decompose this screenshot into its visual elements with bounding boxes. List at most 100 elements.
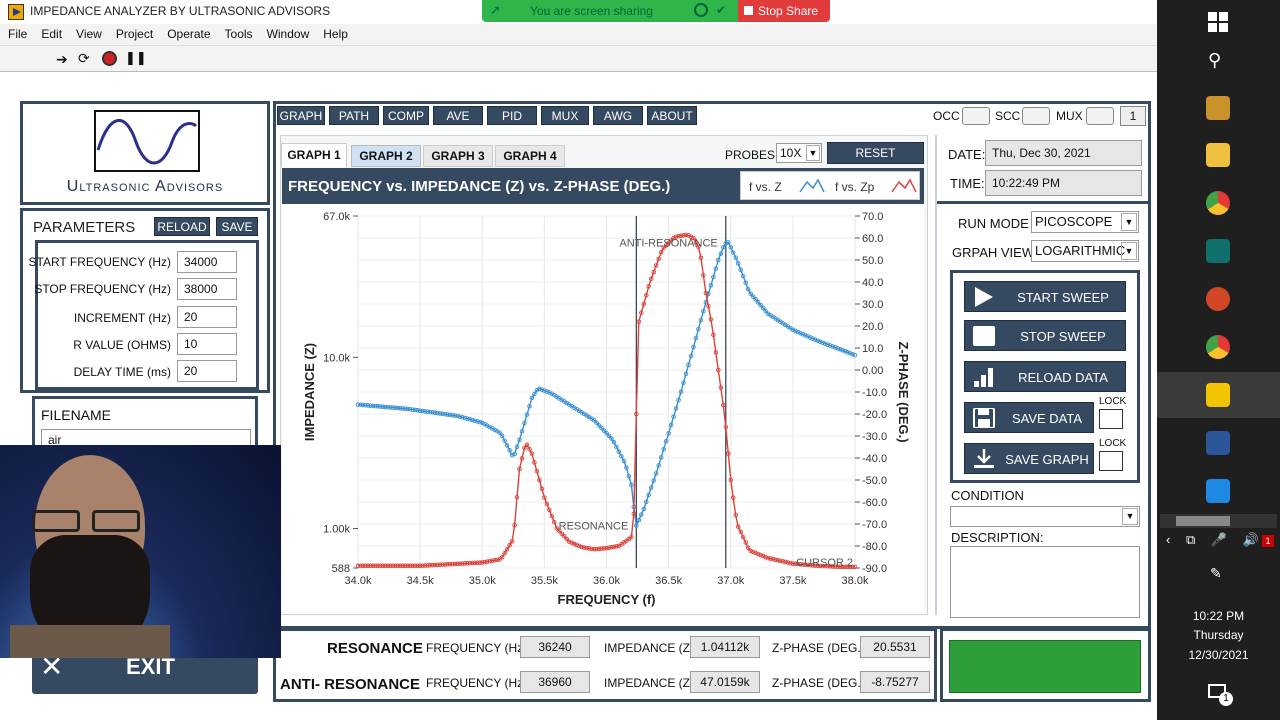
y2-tick-label: 30.0 bbox=[862, 299, 883, 311]
abort-icon[interactable] bbox=[102, 51, 117, 66]
folder-icon[interactable] bbox=[1206, 143, 1230, 167]
reload-data-button[interactable]: RELOAD DATA bbox=[964, 361, 1126, 392]
legend-zp-swatch bbox=[891, 178, 917, 193]
y2-tick-label: -90.0 bbox=[862, 563, 887, 575]
anti-phase-label: Z-PHASE (DEG.) bbox=[772, 676, 865, 690]
labview-icon[interactable] bbox=[1206, 383, 1230, 407]
search-icon[interactable]: ⚲ bbox=[1208, 50, 1221, 71]
save-data-lock-checkbox[interactable] bbox=[1099, 409, 1123, 429]
chrome-icon[interactable] bbox=[1206, 191, 1230, 215]
windows-start-icon[interactable] bbox=[1208, 12, 1228, 32]
save-graph-lock-checkbox[interactable] bbox=[1099, 451, 1123, 471]
y2-tick-label: 50.0 bbox=[862, 255, 883, 267]
probes-value: 10X bbox=[780, 146, 802, 160]
run-arrow-icon[interactable]: ➔ bbox=[56, 51, 68, 68]
graph-tab-2[interactable]: GRAPH 2 bbox=[351, 145, 421, 167]
tab-graph[interactable]: GRAPH bbox=[277, 106, 325, 125]
start-sweep-button[interactable]: START SWEEP bbox=[964, 281, 1126, 312]
tab-mux[interactable]: MUX bbox=[541, 106, 589, 125]
scope-app-icon[interactable] bbox=[1206, 239, 1230, 263]
save-data-button[interactable]: SAVE DATA bbox=[964, 402, 1094, 433]
reset-cursor-button[interactable]: RESET CURSOR bbox=[827, 142, 924, 180]
tab-path[interactable]: PATH bbox=[329, 106, 379, 125]
tray-icons[interactable]: ‹ ⧉ 🎤 🔊 bbox=[1166, 532, 1265, 548]
time-label: TIME: bbox=[950, 176, 985, 191]
screen-share-banner: ➚ You are screen sharing ✔ Stop Share bbox=[482, 0, 830, 22]
stop-sweep-button[interactable]: STOP SWEEP bbox=[964, 320, 1126, 351]
reload-data-label: RELOAD DATA bbox=[1018, 370, 1108, 385]
menu-project[interactable]: Project bbox=[108, 24, 159, 41]
parameters-box: START FREQUENCY (Hz) 34000 STOP FREQUENC… bbox=[29, 240, 259, 390]
condition-select[interactable]: ▼ bbox=[950, 506, 1140, 527]
params-save-button[interactable]: SAVE bbox=[216, 217, 258, 236]
graph-tab-4[interactable]: GRAPH 4 bbox=[495, 145, 565, 167]
graph-tab-3[interactable]: GRAPH 3 bbox=[423, 145, 493, 167]
stop-frequency-input[interactable]: 38000 bbox=[177, 278, 237, 300]
stop-share-button[interactable]: Stop Share bbox=[738, 0, 830, 22]
x-tick-label: 37.0k bbox=[717, 575, 744, 587]
x-tick-label: 37.5k bbox=[779, 575, 806, 587]
pen-icon[interactable]: ✎ bbox=[1210, 565, 1222, 582]
chrome-profile-icon[interactable] bbox=[1206, 335, 1230, 359]
tab-comp[interactable]: COMP bbox=[383, 106, 429, 125]
clock-time[interactable]: 10:22 PM bbox=[1157, 609, 1280, 623]
params-reload-button[interactable]: RELOAD bbox=[154, 217, 210, 236]
graph-view-select[interactable]: LOGARITHMIC ▼ bbox=[1031, 240, 1139, 262]
menu-view[interactable]: View bbox=[68, 24, 108, 41]
x-tick-label: 35.5k bbox=[531, 575, 558, 587]
menu-window[interactable]: Window bbox=[259, 24, 316, 41]
right-divider bbox=[936, 201, 1148, 204]
photos-icon[interactable] bbox=[1206, 479, 1230, 503]
delay-time-label: DELAY TIME (ms) bbox=[73, 365, 171, 379]
tab-pid[interactable]: PID bbox=[487, 106, 537, 125]
menu-operate[interactable]: Operate bbox=[159, 24, 216, 41]
res-freq-label: FREQUENCY (Hz) bbox=[426, 641, 528, 655]
description-textarea[interactable] bbox=[950, 546, 1140, 618]
word-icon[interactable] bbox=[1206, 431, 1230, 455]
stop-icon bbox=[973, 326, 995, 346]
delay-time-input[interactable]: 20 bbox=[177, 360, 237, 382]
menu-edit[interactable]: Edit bbox=[33, 24, 68, 41]
tab-about[interactable]: ABOUT bbox=[647, 106, 697, 125]
legend-zp-label: f vs. Zp bbox=[835, 180, 875, 194]
logo-panel: Ultrasonic Advisors bbox=[20, 101, 270, 205]
resonance-label: RESONANCE bbox=[327, 640, 423, 657]
anti-freq-label: FREQUENCY (Hz) bbox=[426, 676, 528, 690]
graph-tab-1[interactable]: GRAPH 1 bbox=[281, 143, 347, 167]
y2-tick-label: -10.0 bbox=[862, 387, 887, 399]
y-tick-label: 1.00k bbox=[323, 524, 350, 536]
menu-file[interactable]: File bbox=[0, 24, 33, 41]
run-mode-select[interactable]: PICOSCOPE ▼ bbox=[1031, 211, 1139, 233]
res-phase-label: Z-PHASE (DEG.) bbox=[772, 641, 865, 655]
start-sweep-label: START SWEEP bbox=[1017, 290, 1109, 305]
menu-help[interactable]: Help bbox=[315, 24, 354, 41]
tab-awg[interactable]: AWG bbox=[593, 106, 643, 125]
impedance-chart[interactable]: 34.0k 34.5k 35.0k 35.5k 36.0k 36.5k 37.0k 37.5k… bbox=[282, 204, 924, 614]
scc-label: SCC bbox=[995, 109, 1021, 123]
taskbar-scrollbar[interactable] bbox=[1160, 514, 1277, 528]
menu-bar: File Edit View Project Operate Tools Window Hel… bbox=[0, 24, 1157, 46]
y2-tick-label: 0.00 bbox=[862, 365, 883, 377]
powerpoint-icon[interactable] bbox=[1206, 287, 1230, 311]
file-explorer-icon[interactable] bbox=[1206, 96, 1230, 120]
increment-input[interactable]: 20 bbox=[177, 306, 237, 328]
menu-tools[interactable]: Tools bbox=[217, 24, 259, 41]
run-continuous-icon[interactable]: ⟳ bbox=[78, 50, 90, 67]
anti-freq-value: 36960 bbox=[520, 671, 590, 693]
save-graph-button[interactable]: SAVE GRAPH bbox=[964, 443, 1094, 474]
y2-tick-label: -60.0 bbox=[862, 497, 887, 509]
probes-select[interactable]: 10X ▼ bbox=[776, 143, 822, 163]
x-tick-label: 38.0k bbox=[842, 575, 869, 587]
start-frequency-input[interactable]: 34000 bbox=[177, 251, 237, 273]
condition-label: CONDITION bbox=[951, 488, 1024, 503]
save-graph-label: SAVE GRAPH bbox=[1005, 452, 1089, 467]
tab-ave[interactable]: AVE bbox=[433, 106, 483, 125]
y2-axis-label: Z-PHASE (DEG.) bbox=[896, 341, 911, 442]
save-graph-lock-label: LOCK bbox=[1099, 438, 1127, 449]
mux-label: MUX bbox=[1056, 109, 1083, 123]
chevron-down-icon: ▼ bbox=[1122, 508, 1138, 525]
time-display: 10:22:49 PM bbox=[985, 170, 1142, 196]
pause-icon[interactable]: ❚❚ bbox=[125, 50, 147, 66]
pause-share-icon[interactable] bbox=[694, 3, 708, 17]
r-value-input[interactable]: 10 bbox=[177, 333, 237, 355]
